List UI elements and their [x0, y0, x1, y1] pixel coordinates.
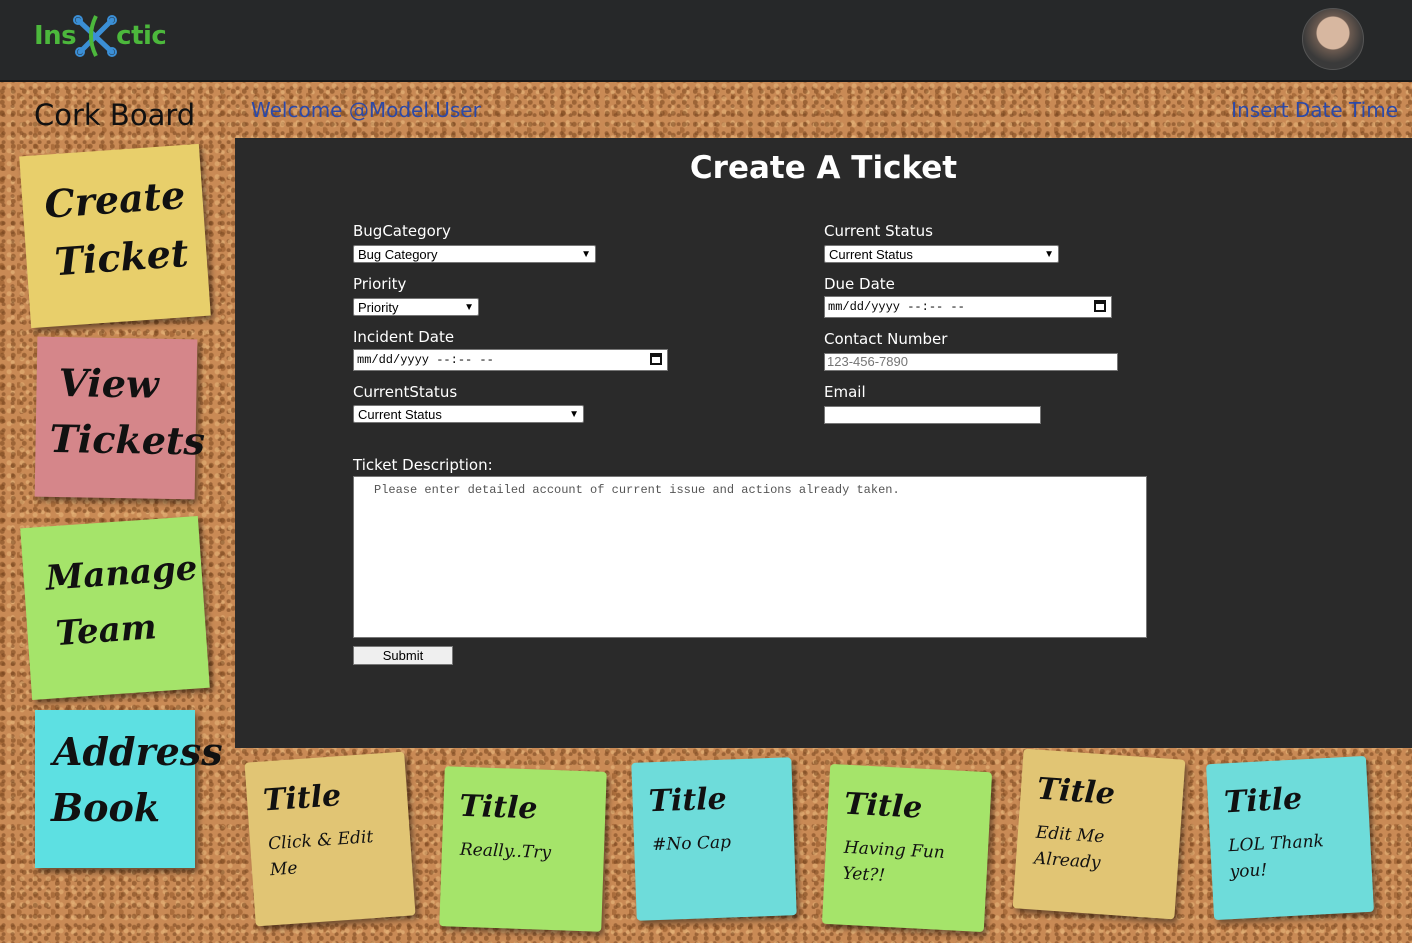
bug-category-label: BugCategory	[353, 222, 451, 240]
panel-title: Create A Ticket	[689, 150, 958, 186]
email-input[interactable]	[824, 406, 1041, 424]
sticky-note[interactable]: Title Click & Edit Me	[244, 751, 416, 927]
top-bar: Ins ctic	[0, 0, 1412, 82]
sticky-note[interactable]: Title Edit Me Already	[1012, 748, 1186, 920]
note-line-2: Team	[54, 607, 158, 655]
board-title: Cork Board	[34, 98, 196, 132]
chevron-down-icon: ▼	[464, 302, 474, 313]
sticky-note-title: Title	[648, 781, 728, 820]
sticky-note-body: Edit Me Already	[1033, 822, 1105, 874]
current-status-alt-value: Current Status	[358, 407, 442, 422]
calendar-icon[interactable]	[650, 353, 662, 365]
current-status-alt-select[interactable]: Current Status ▼	[353, 405, 584, 423]
note-line-2: Book	[51, 785, 161, 830]
email-label: Email	[824, 383, 866, 401]
sticky-note-body: Really..Try	[459, 839, 552, 863]
chevron-down-icon: ▼	[569, 409, 579, 420]
sticky-note[interactable]: Title LOL Thank you!	[1206, 755, 1374, 921]
current-status-label: Current Status	[824, 222, 933, 240]
current-status-alt-label: CurrentStatus	[353, 383, 458, 401]
ticket-description-label: Ticket Description:	[353, 456, 493, 474]
current-status-value: Current Status	[829, 247, 913, 262]
current-status-select[interactable]: Current Status ▼	[824, 245, 1059, 263]
welcome-text: Welcome @Model.User	[251, 98, 481, 122]
sticky-note-title: Title	[458, 788, 539, 827]
priority-select[interactable]: Priority ▼	[353, 298, 479, 316]
submit-button[interactable]: Submit	[353, 646, 453, 665]
create-ticket-panel: Create A Ticket BugCategory Bug Category…	[235, 138, 1412, 748]
create-ticket-note-button[interactable]: Create Ticket	[19, 143, 211, 329]
sticky-note-body: #No Cap	[651, 832, 732, 856]
priority-value: Priority	[358, 300, 399, 315]
sticky-note-title: Title	[1035, 771, 1117, 812]
incident-date-input[interactable]: mm/dd/yyyy --:-- --	[353, 349, 668, 371]
sticky-note-title: Title	[843, 786, 924, 826]
ticket-description-textarea[interactable]: Please enter detailed account of current…	[353, 476, 1147, 638]
sticky-note-body: LOL Thank you!	[1227, 831, 1325, 883]
chevron-down-icon: ▼	[1044, 249, 1054, 260]
user-avatar[interactable]	[1302, 8, 1364, 70]
note-line-1: View	[58, 359, 160, 407]
logo-text-right: ctic	[116, 21, 167, 51]
sticky-note-title: Title	[1223, 781, 1303, 821]
sticky-note-title: Title	[261, 778, 343, 819]
address-book-note-button[interactable]: Address Book	[35, 710, 223, 868]
datetime-text: Insert Date Time	[1231, 98, 1398, 122]
sticky-note[interactable]: Title #No Cap	[631, 757, 797, 921]
incident-date-label: Incident Date	[353, 328, 455, 346]
incident-date-value: mm/dd/yyyy --:-- --	[357, 353, 494, 367]
sticky-note[interactable]: Title Really..Try	[439, 766, 607, 932]
bug-category-value: Bug Category	[358, 247, 438, 262]
note-line-1: Create	[43, 172, 187, 227]
sticky-note[interactable]: Title Having Fun Yet?!	[821, 763, 993, 933]
note-line-2: Ticket	[53, 229, 190, 285]
sticky-note-body: Click & Edit Me	[267, 827, 374, 881]
view-tickets-note-button[interactable]: View Tickets	[34, 336, 205, 500]
logo-mark-icon	[72, 12, 120, 60]
due-date-label: Due Date	[824, 275, 895, 293]
contact-number-input[interactable]: 123-456-7890	[824, 353, 1118, 371]
chevron-down-icon: ▼	[581, 249, 591, 260]
note-line-2: Tickets	[49, 415, 206, 464]
calendar-icon[interactable]	[1094, 300, 1106, 312]
app-logo[interactable]: Ins ctic	[34, 10, 167, 62]
contact-number-label: Contact Number	[824, 330, 948, 348]
note-line-1: Address	[53, 729, 223, 774]
sticky-note-body: Having Fun Yet?!	[842, 837, 946, 886]
note-line-1: Manage	[44, 548, 199, 599]
due-date-input[interactable]: mm/dd/yyyy --:-- --	[824, 296, 1112, 318]
priority-label: Priority	[353, 275, 407, 293]
bug-category-select[interactable]: Bug Category ▼	[353, 245, 596, 263]
due-date-value: mm/dd/yyyy --:-- --	[828, 300, 965, 314]
logo-text-left: Ins	[34, 21, 77, 51]
manage-team-note-button[interactable]: Manage Team	[20, 516, 210, 700]
